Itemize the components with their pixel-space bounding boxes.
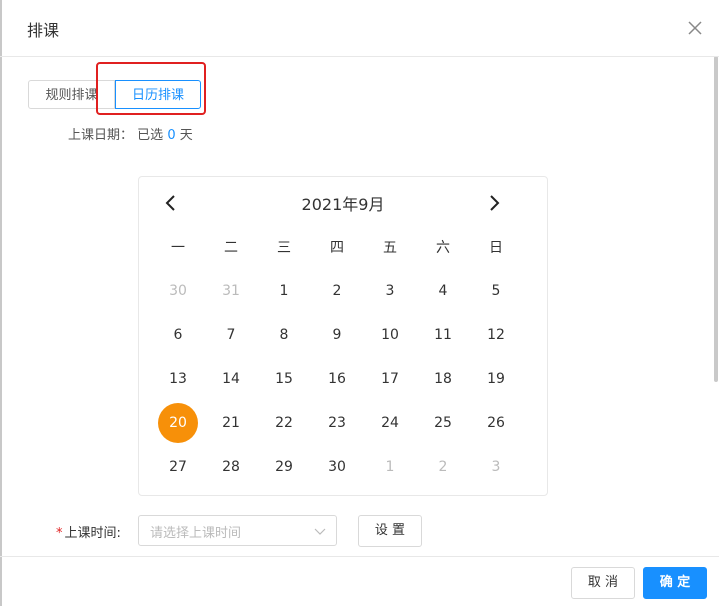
calendar-day-other-month[interactable]: 3 bbox=[476, 447, 516, 487]
highlight-box bbox=[96, 62, 206, 115]
confirm-button[interactable]: 确 定 bbox=[643, 567, 707, 599]
backdrop-edge bbox=[0, 0, 2, 606]
calendar-day-other-month[interactable]: 30 bbox=[158, 271, 198, 311]
scrollbar[interactable] bbox=[714, 56, 718, 382]
class-time-select[interactable]: 请选择上课时间 bbox=[138, 515, 337, 546]
weekday-header: 五 bbox=[383, 240, 397, 256]
schedule-dialog: 排课 规则排课 日历排课 上课日期： 已选 0 天 2021年9月 一二三四五六… bbox=[0, 0, 719, 606]
calendar-day[interactable]: 13 bbox=[158, 359, 198, 399]
weekday-header: 日 bbox=[489, 240, 503, 256]
calendar-day-other-month[interactable]: 1 bbox=[370, 447, 410, 487]
calendar-day[interactable]: 15 bbox=[264, 359, 304, 399]
calendar-day-other-month[interactable]: 2 bbox=[423, 447, 463, 487]
calendar-day[interactable]: 5 bbox=[476, 271, 516, 311]
calendar-day[interactable]: 8 bbox=[264, 315, 304, 355]
weekday-header: 三 bbox=[277, 240, 291, 256]
calendar-day[interactable]: 9 bbox=[317, 315, 357, 355]
calendar-day[interactable]: 23 bbox=[317, 403, 357, 443]
calendar-day[interactable]: 3 bbox=[370, 271, 410, 311]
calendar-day[interactable]: 11 bbox=[423, 315, 463, 355]
calendar-day[interactable]: 10 bbox=[370, 315, 410, 355]
calendar-day[interactable]: 19 bbox=[476, 359, 516, 399]
dialog-title: 排课 bbox=[27, 21, 60, 40]
required-mark: * bbox=[56, 526, 63, 541]
calendar-day[interactable]: 26 bbox=[476, 403, 516, 443]
weekday-header: 四 bbox=[330, 240, 344, 256]
calendar-day[interactable]: 21 bbox=[211, 403, 251, 443]
calendar-day[interactable]: 14 bbox=[211, 359, 251, 399]
class-time-placeholder: 请选择上课时间 bbox=[150, 526, 242, 541]
calendar-day[interactable]: 4 bbox=[423, 271, 463, 311]
weekday-header: 六 bbox=[436, 240, 450, 256]
calendar-day[interactable]: 17 bbox=[370, 359, 410, 399]
calendar: 2021年9月 一二三四五六日 30 31 1 2 3 4 5 6 7 8 9 10 11 12 13 14 15… bbox=[138, 176, 548, 496]
calendar-day[interactable]: 1 bbox=[264, 271, 304, 311]
close-icon[interactable] bbox=[685, 18, 705, 38]
dialog-header: 排课 bbox=[0, 0, 719, 57]
calendar-day[interactable]: 27 bbox=[158, 447, 198, 487]
settings-button[interactable]: 设 置 bbox=[358, 515, 422, 547]
class-time-label-text: 上课时间: bbox=[64, 526, 121, 541]
date-summary-prefix: 已选 bbox=[137, 128, 164, 143]
date-summary-suffix: 天 bbox=[179, 128, 193, 143]
cancel-button[interactable]: 取 消 bbox=[571, 567, 635, 599]
calendar-day[interactable]: 2 bbox=[317, 271, 357, 311]
calendar-day[interactable]: 16 bbox=[317, 359, 357, 399]
weekday-header: 二 bbox=[224, 240, 238, 256]
calendar-day[interactable]: 20 bbox=[158, 403, 198, 443]
next-month-icon[interactable] bbox=[482, 191, 506, 215]
calendar-day-other-month[interactable]: 31 bbox=[211, 271, 251, 311]
class-time-label: * 上课时间: bbox=[56, 522, 121, 541]
calendar-day[interactable]: 25 bbox=[423, 403, 463, 443]
calendar-day[interactable]: 24 bbox=[370, 403, 410, 443]
calendar-day[interactable]: 29 bbox=[264, 447, 304, 487]
calendar-day[interactable]: 22 bbox=[264, 403, 304, 443]
chevron-down-icon bbox=[314, 528, 326, 535]
calendar-day[interactable]: 7 bbox=[211, 315, 251, 355]
calendar-day[interactable]: 18 bbox=[423, 359, 463, 399]
selected-dates-summary: 上课日期： 已选 0 天 bbox=[68, 124, 193, 143]
calendar-day[interactable]: 28 bbox=[211, 447, 251, 487]
calendar-day[interactable]: 6 bbox=[158, 315, 198, 355]
calendar-day[interactable]: 12 bbox=[476, 315, 516, 355]
calendar-day[interactable]: 30 bbox=[317, 447, 357, 487]
date-summary-label: 上课日期： bbox=[68, 128, 134, 143]
weekday-header: 一 bbox=[171, 240, 185, 256]
selected-days-count: 0 bbox=[167, 128, 176, 143]
